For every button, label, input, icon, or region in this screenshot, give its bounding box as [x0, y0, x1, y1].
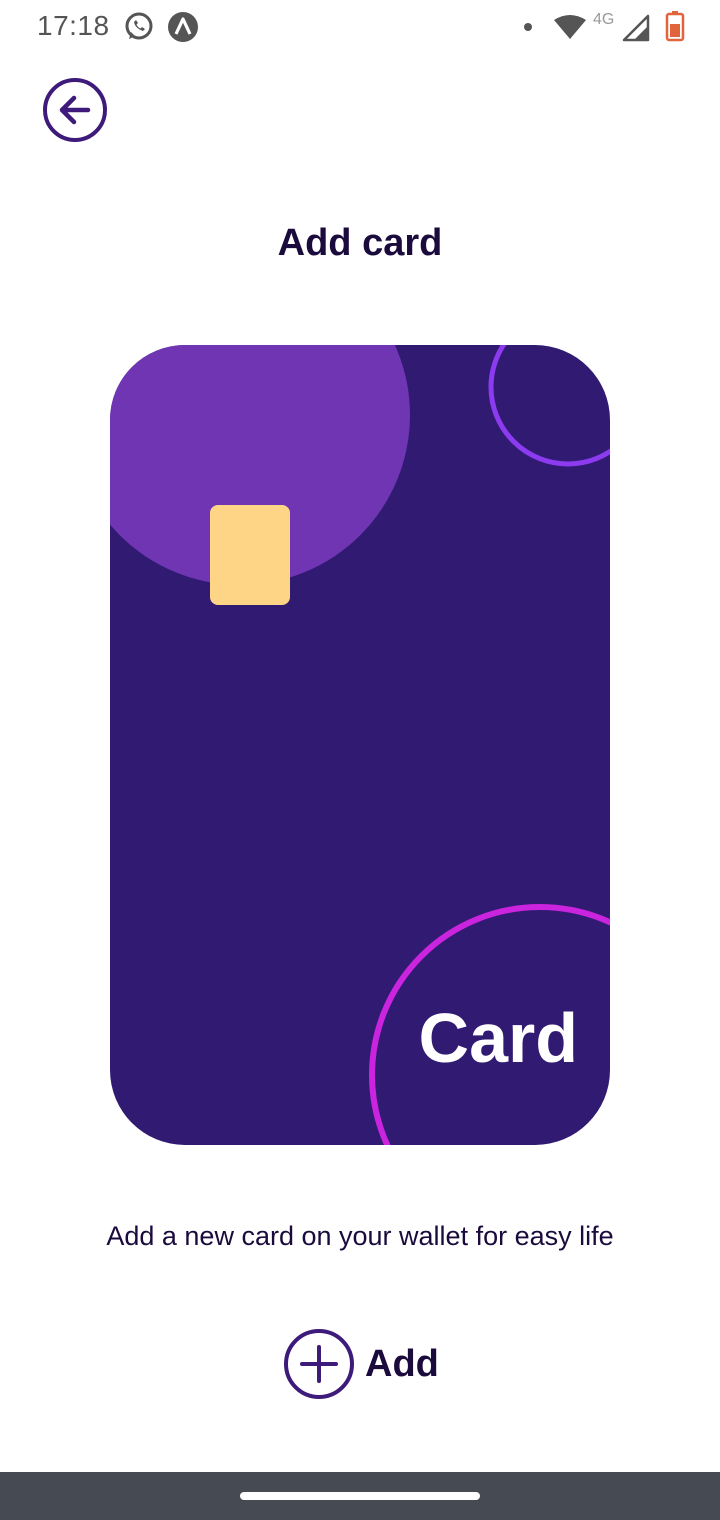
status-bar: 17:18 4G	[0, 0, 720, 56]
wifi-icon	[554, 15, 586, 39]
add-card-button[interactable]: Add	[283, 1328, 439, 1400]
card-illustration: Card	[110, 345, 610, 1145]
card-top-ring	[488, 345, 610, 467]
whatsapp-icon	[125, 12, 153, 40]
card-label: Card	[418, 999, 578, 1077]
cellular-signal-icon	[622, 14, 650, 42]
status-time: 17:18	[37, 10, 110, 41]
arrow-left-circle-icon	[43, 78, 107, 142]
add-card-label: Add	[365, 1342, 439, 1385]
card-chip	[210, 505, 290, 605]
notification-dot-icon	[524, 23, 532, 31]
back-button[interactable]	[42, 77, 108, 143]
plus-circle-icon	[284, 1329, 354, 1399]
page-title: Add card	[277, 222, 443, 264]
navigation-bar	[0, 1472, 720, 1520]
app-notification-icon	[168, 12, 198, 42]
description-text: Add a new card on your wallet for easy l…	[106, 1221, 614, 1251]
home-indicator[interactable]	[240, 1492, 480, 1500]
network-type: 4G	[593, 11, 615, 28]
battery-icon	[665, 11, 685, 42]
